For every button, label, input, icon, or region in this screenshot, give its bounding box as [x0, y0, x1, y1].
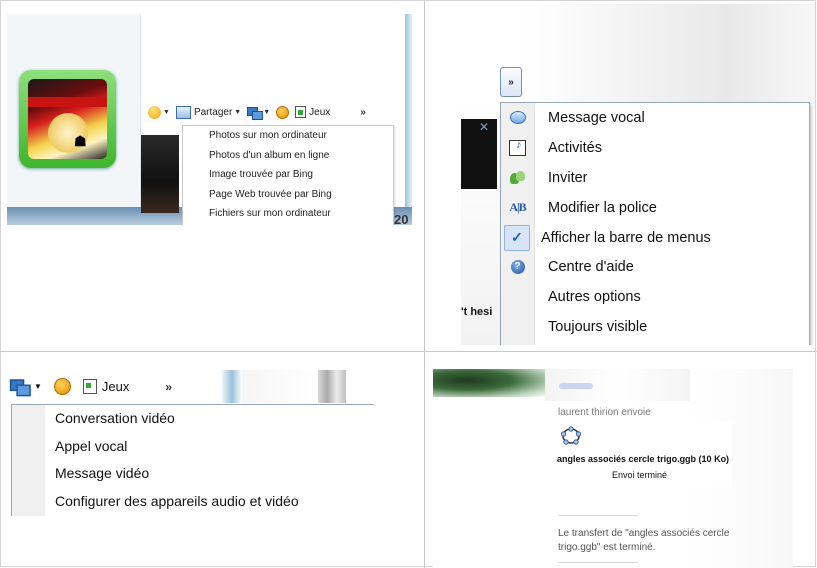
menu-item-label: Message vocal — [548, 109, 645, 126]
smiley-icon — [148, 105, 161, 119]
panel-more-menu: ✕ 't hesi » Message vocal Activités Invi… — [461, 4, 815, 345]
menu-item-label: Activités — [548, 139, 602, 156]
contact-picture-blur — [433, 369, 548, 397]
share-icon — [175, 105, 191, 119]
menu-item-label: Modifier la police — [548, 199, 657, 216]
chevron-down-icon: ▼ — [234, 108, 242, 116]
menu-item-voice-call[interactable]: Appel vocal — [12, 433, 374, 461]
menu-item-invite[interactable]: Inviter — [501, 163, 809, 193]
window-edge — [405, 14, 412, 225]
grid-divider-vertical — [424, 0, 425, 568]
send-status: Envoi terminé — [612, 470, 668, 480]
window-edge — [222, 370, 242, 403]
menu-item-activities[interactable]: Activités — [501, 133, 809, 163]
help-icon: ? — [510, 260, 525, 275]
menu-item-label: Inviter — [548, 169, 588, 186]
menu-item-bing-image[interactable]: Image trouvée par Bing — [183, 165, 393, 185]
video-call-icon — [247, 106, 264, 120]
checkmark-icon: ✓ — [511, 229, 523, 245]
conversation-toolbar: ▼ Partager ▼ ▼ Jeux » — [148, 103, 366, 121]
games-button[interactable]: Jeux — [82, 379, 130, 394]
speech-bubble-icon — [509, 111, 526, 125]
games-icon — [82, 379, 97, 394]
divider — [558, 515, 638, 516]
partial-text: 't hesi — [461, 306, 493, 318]
menu-item-video-message[interactable]: Message vidéo — [12, 460, 374, 488]
video-call-dropdown-menu: Conversation vidéo Appel vocal Message v… — [11, 404, 374, 516]
menu-item-label: Toujours visible — [548, 319, 648, 336]
menu-item-help-center[interactable]: ? Centre d'aide — [501, 252, 809, 282]
contact-avatar[interactable]: ☗ — [19, 70, 116, 168]
more-options-button[interactable]: » — [165, 380, 172, 394]
panel-file-transfer: laurent thirion envoie angles associés c… — [433, 369, 793, 568]
transfer-complete-message: Le transfert de "angles associés cercle … — [558, 528, 730, 553]
video-call-button[interactable]: ▼ — [247, 106, 271, 120]
menu-item-voice-message[interactable]: Message vocal — [501, 103, 809, 133]
contact-link[interactable] — [559, 383, 593, 389]
geogebra-file-icon — [560, 426, 582, 445]
menu-item-files-computer[interactable]: Fichiers sur mon ordinateur — [183, 204, 393, 224]
conversation-toolbar: ▼ Jeux » — [9, 378, 172, 397]
grid-divider-horizontal — [0, 351, 817, 352]
avatar-picture: ☗ — [28, 79, 107, 159]
more-options-button[interactable]: » — [500, 67, 522, 97]
games-label: Jeux — [101, 379, 130, 394]
wink-icon — [276, 105, 290, 119]
menu-item-show-menu-bar[interactable]: ✓ Afficher la barre de menus — [501, 223, 809, 253]
chevron-down-icon: ▼ — [263, 108, 271, 116]
menu-item-configure-devices[interactable]: Configurer des appareils audio et vidéo — [12, 488, 374, 516]
share-label: Partager — [193, 106, 233, 118]
partial-number: 20 — [394, 212, 409, 225]
menu-item-label: Autres options — [548, 289, 641, 306]
games-button[interactable]: Jeux — [295, 106, 330, 118]
window-edge — [318, 370, 346, 403]
close-icon[interactable]: ✕ — [479, 120, 489, 134]
menu-item-photos-album[interactable]: Photos d'un album en ligne — [183, 146, 393, 166]
panel-share-menu: ☗ ▼ Partager ▼ ▼ Jeux » Photos sur mon or… — [7, 14, 412, 225]
menu-item-label: Afficher la barre de menus — [541, 229, 711, 246]
menu-item-video-conversation[interactable]: Conversation vidéo — [12, 405, 374, 433]
menu-item-label: Centre d'aide — [548, 259, 634, 276]
window-background — [242, 370, 318, 403]
activities-icon — [509, 139, 526, 156]
font-icon: A|B — [509, 200, 526, 215]
video-call-icon — [9, 379, 31, 397]
file-name[interactable]: angles associés cercle trigo.ggb (10 Ko) — [557, 454, 729, 464]
divider — [558, 562, 638, 563]
window-background — [523, 4, 815, 104]
wink-icon — [53, 378, 71, 395]
menu-item-other-options[interactable]: Autres options — [501, 282, 809, 312]
menu-item-bing-webpage[interactable]: Page Web trouvée par Bing — [183, 185, 393, 205]
video-call-button[interactable]: ▼ — [9, 379, 42, 397]
chevron-down-icon: ▼ — [163, 108, 170, 116]
panel-video-menu: ▼ Jeux » Conversation vidéo Appel vocal … — [6, 370, 374, 516]
share-dropdown-menu: Photos sur mon ordinateur Photos d'un al… — [182, 125, 394, 225]
menu-item-always-on-top[interactable]: Toujours visible — [501, 312, 809, 342]
chevron-down-icon: ▼ — [34, 382, 42, 391]
menu-item-change-font[interactable]: A|B Modifier la police — [501, 193, 809, 223]
more-options-menu: Message vocal Activités Inviter A|B Modi… — [500, 102, 810, 345]
menu-item-photos-computer[interactable]: Photos sur mon ordinateur — [183, 126, 393, 146]
video-thumbnail — [141, 135, 179, 213]
file-transfer-card: angles associés cercle trigo.ggb (10 Ko)… — [554, 421, 732, 487]
more-options-button[interactable]: » — [360, 107, 366, 118]
games-icon — [295, 106, 307, 118]
games-label: Jeux — [309, 106, 331, 118]
emoticon-button[interactable]: ▼ — [148, 105, 170, 119]
wink-button[interactable] — [53, 378, 71, 395]
sender-line: laurent thirion envoie — [558, 407, 651, 418]
share-button[interactable]: Partager ▼ — [175, 105, 242, 119]
invite-contacts-icon — [510, 170, 525, 185]
wink-button[interactable] — [276, 105, 290, 119]
